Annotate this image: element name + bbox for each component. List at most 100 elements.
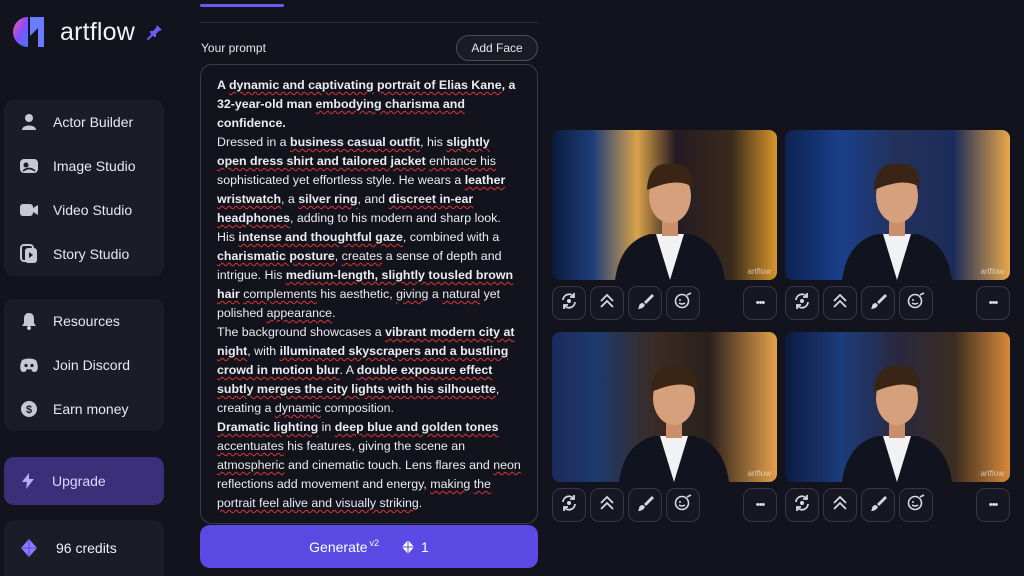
prompt-segment: accentuates xyxy=(217,439,284,453)
sidebar-item-join-discord[interactable]: Join Discord xyxy=(4,343,164,387)
nav-group-studios: Actor Builder Image Studio Video Studio … xyxy=(4,100,164,276)
brush-icon xyxy=(869,494,887,517)
prompt-segment: , xyxy=(334,249,342,263)
sidebar-item-video-studio[interactable]: Video Studio xyxy=(4,188,164,232)
prompt-paragraph: Dramatic lighting in deep blue and golde… xyxy=(217,418,521,513)
generated-image[interactable]: artflow xyxy=(552,130,777,280)
prompt-segment: . A xyxy=(339,363,357,377)
image-toolbar xyxy=(785,488,937,522)
upscale-icon xyxy=(831,494,849,517)
generate-label: Generate xyxy=(309,538,368,555)
nav-group-community: Resources Join Discord $ Earn money xyxy=(4,299,164,431)
brush-button[interactable] xyxy=(861,286,895,320)
prompt-segment: charismatic posture xyxy=(217,249,335,263)
face-edit-icon xyxy=(674,493,692,517)
app-logo[interactable]: artflow xyxy=(10,14,135,50)
face-edit-icon xyxy=(907,493,925,517)
image-toolbar xyxy=(785,286,937,320)
prompt-segment: creates xyxy=(341,249,383,263)
upscale-icon xyxy=(598,494,616,517)
prompt-segment: and cinematic touch. Lens flares and xyxy=(284,458,494,472)
prompt-text: A dynamic and captivating portrait of El… xyxy=(217,76,521,513)
lightning-icon xyxy=(22,473,34,489)
prompt-label: Your prompt xyxy=(201,41,266,55)
more-dots-icon: ••• xyxy=(988,499,999,511)
face-edit-button[interactable] xyxy=(899,286,933,320)
generated-image[interactable]: artflow xyxy=(785,332,1010,482)
refresh-face-icon xyxy=(793,494,811,517)
video-camera-icon xyxy=(18,199,40,221)
more-options-button[interactable]: ••• xyxy=(743,488,777,522)
credits-display[interactable]: 96 credits xyxy=(4,520,164,576)
face-edit-button[interactable] xyxy=(666,286,700,320)
more-options-button[interactable]: ••• xyxy=(976,488,1010,522)
image-watermark: artflow xyxy=(747,267,771,276)
upscale-button[interactable] xyxy=(823,488,857,522)
prompt-segment: , with xyxy=(247,344,280,358)
prompt-segment: silver ring xyxy=(298,192,358,206)
prompt-segment: deep blue and golden tones xyxy=(334,420,499,434)
add-face-button[interactable]: Add Face xyxy=(456,35,538,61)
generated-image[interactable]: artflow xyxy=(552,332,777,482)
sidebar-item-earn-money[interactable]: $ Earn money xyxy=(4,387,164,431)
prompt-segment: his features, giving the scene an xyxy=(283,439,465,453)
more-options-button[interactable]: ••• xyxy=(976,286,1010,320)
generated-image[interactable]: artflow xyxy=(785,130,1010,280)
refresh-face-button[interactable] xyxy=(785,286,819,320)
upscale-icon xyxy=(831,292,849,315)
active-tab-indicator xyxy=(200,4,284,7)
upgrade-button[interactable]: Upgrade xyxy=(4,457,164,505)
face-edit-button[interactable] xyxy=(899,488,933,522)
sidebar-item-story-studio[interactable]: Story Studio xyxy=(4,232,164,276)
prompt-segment: atmospheric xyxy=(217,458,285,472)
prompt-segment: , adding to his modern and sharp look. xyxy=(289,211,501,225)
prompt-segment: his aesthetic, xyxy=(316,287,397,301)
prompt-segment: reflections add movement and energy, xyxy=(217,477,431,491)
more-options-button[interactable]: ••• xyxy=(743,286,777,320)
sidebar-item-resources[interactable]: Resources xyxy=(4,299,164,343)
credit-diamond-icon xyxy=(21,539,37,557)
prompt-segment: enhance his xyxy=(429,154,496,168)
prompt-segment: in xyxy=(318,420,335,434)
prompt-segment: His xyxy=(217,230,239,244)
prompt-segment: natural xyxy=(442,287,481,301)
face-edit-button[interactable] xyxy=(666,488,700,522)
generate-button[interactable]: Generate v2 1 xyxy=(200,525,538,568)
refresh-face-button[interactable] xyxy=(552,286,586,320)
brush-button[interactable] xyxy=(628,488,662,522)
prompt-segment: A xyxy=(217,78,229,92)
bell-icon xyxy=(18,310,40,332)
prompt-segment: Dressed in a xyxy=(217,135,291,149)
model-version: v2 xyxy=(369,537,380,548)
prompt-segment: intense and thoughtful gaze xyxy=(238,230,403,244)
face-edit-icon xyxy=(674,291,692,315)
upscale-button[interactable] xyxy=(823,286,857,320)
prompt-segment: a xyxy=(428,287,443,301)
prompt-segment: sophisticated yet effortless style. He w… xyxy=(217,173,465,187)
refresh-face-button[interactable] xyxy=(552,488,586,522)
prompt-segment: . xyxy=(418,496,423,510)
sidebar-item-label: Resources xyxy=(53,313,120,329)
sidebar-item-actor-builder[interactable]: Actor Builder xyxy=(4,100,164,144)
refresh-face-button[interactable] xyxy=(785,488,819,522)
divider xyxy=(200,22,538,23)
upscale-button[interactable] xyxy=(590,286,624,320)
refresh-face-icon xyxy=(560,292,578,315)
prompt-paragraph: The background showcases a vibrant moder… xyxy=(217,323,521,418)
sidebar-item-label: Video Studio xyxy=(53,202,133,218)
brush-icon xyxy=(636,494,654,517)
upgrade-label: Upgrade xyxy=(52,473,106,489)
upscale-button[interactable] xyxy=(590,488,624,522)
brush-button[interactable] xyxy=(861,488,895,522)
prompt-segment: confidence. xyxy=(217,116,286,130)
image-toolbar xyxy=(552,488,704,522)
prompt-segment: . xyxy=(332,306,336,320)
prompt-segment: portrait of Elias Kane xyxy=(376,78,502,92)
brush-button[interactable] xyxy=(628,286,662,320)
credits-label: 96 credits xyxy=(56,540,117,556)
pin-icon[interactable] xyxy=(146,23,164,41)
prompt-textarea[interactable]: A dynamic and captivating portrait of El… xyxy=(200,64,538,524)
sidebar-item-image-studio[interactable]: Image Studio xyxy=(4,144,164,188)
refresh-face-icon xyxy=(793,292,811,315)
upscale-icon xyxy=(598,292,616,315)
